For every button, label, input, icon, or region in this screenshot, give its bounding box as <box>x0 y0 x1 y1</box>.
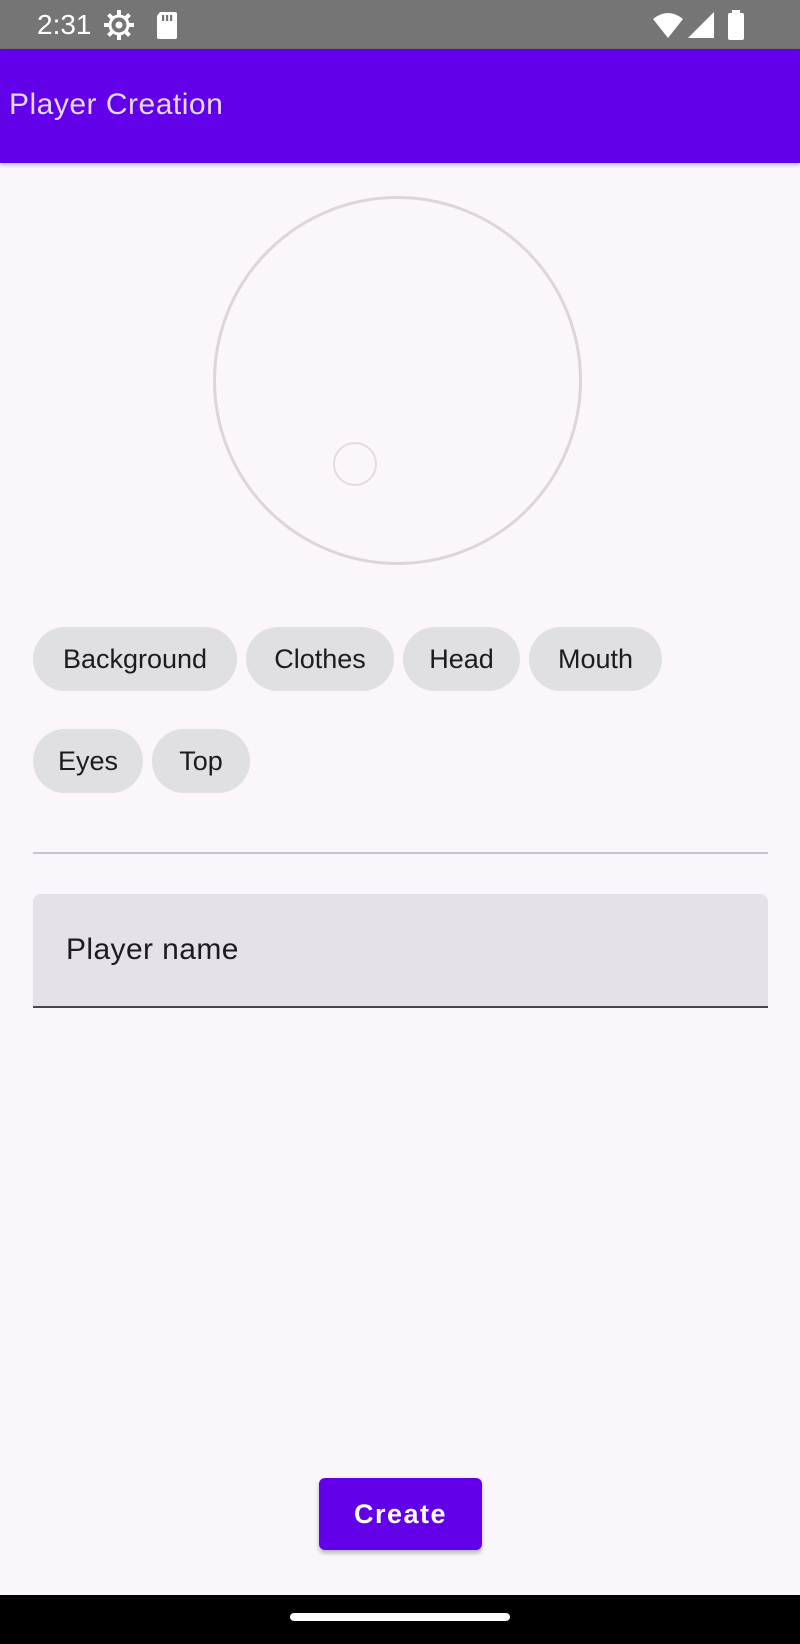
cell-signal-icon <box>686 9 718 41</box>
app-bar: Player Creation <box>0 49 800 163</box>
chip-background[interactable]: Background <box>33 627 237 691</box>
player-name-field[interactable]: Player name <box>33 894 768 1008</box>
app-title: Player Creation <box>9 88 224 121</box>
chip-eyes[interactable]: Eyes <box>33 729 143 793</box>
chip-mouth[interactable]: Mouth <box>529 627 662 691</box>
avatar-loading-indicator <box>333 442 377 486</box>
settings-icon <box>103 9 135 41</box>
divider <box>33 852 768 854</box>
navigation-bar <box>0 1595 800 1644</box>
create-button[interactable]: Create <box>319 1478 482 1550</box>
player-name-label: Player name <box>66 933 239 966</box>
chip-head[interactable]: Head <box>403 627 520 691</box>
battery-icon <box>720 9 752 41</box>
chip-top[interactable]: Top <box>152 729 250 793</box>
status-time: 2:31 <box>37 9 92 40</box>
chip-clothes[interactable]: Clothes <box>246 627 394 691</box>
status-bar: 2:31 <box>0 0 800 49</box>
avatar-preview <box>213 196 582 565</box>
sd-card-icon <box>151 9 183 41</box>
wifi-icon <box>652 9 684 41</box>
home-indicator[interactable] <box>290 1613 510 1621</box>
